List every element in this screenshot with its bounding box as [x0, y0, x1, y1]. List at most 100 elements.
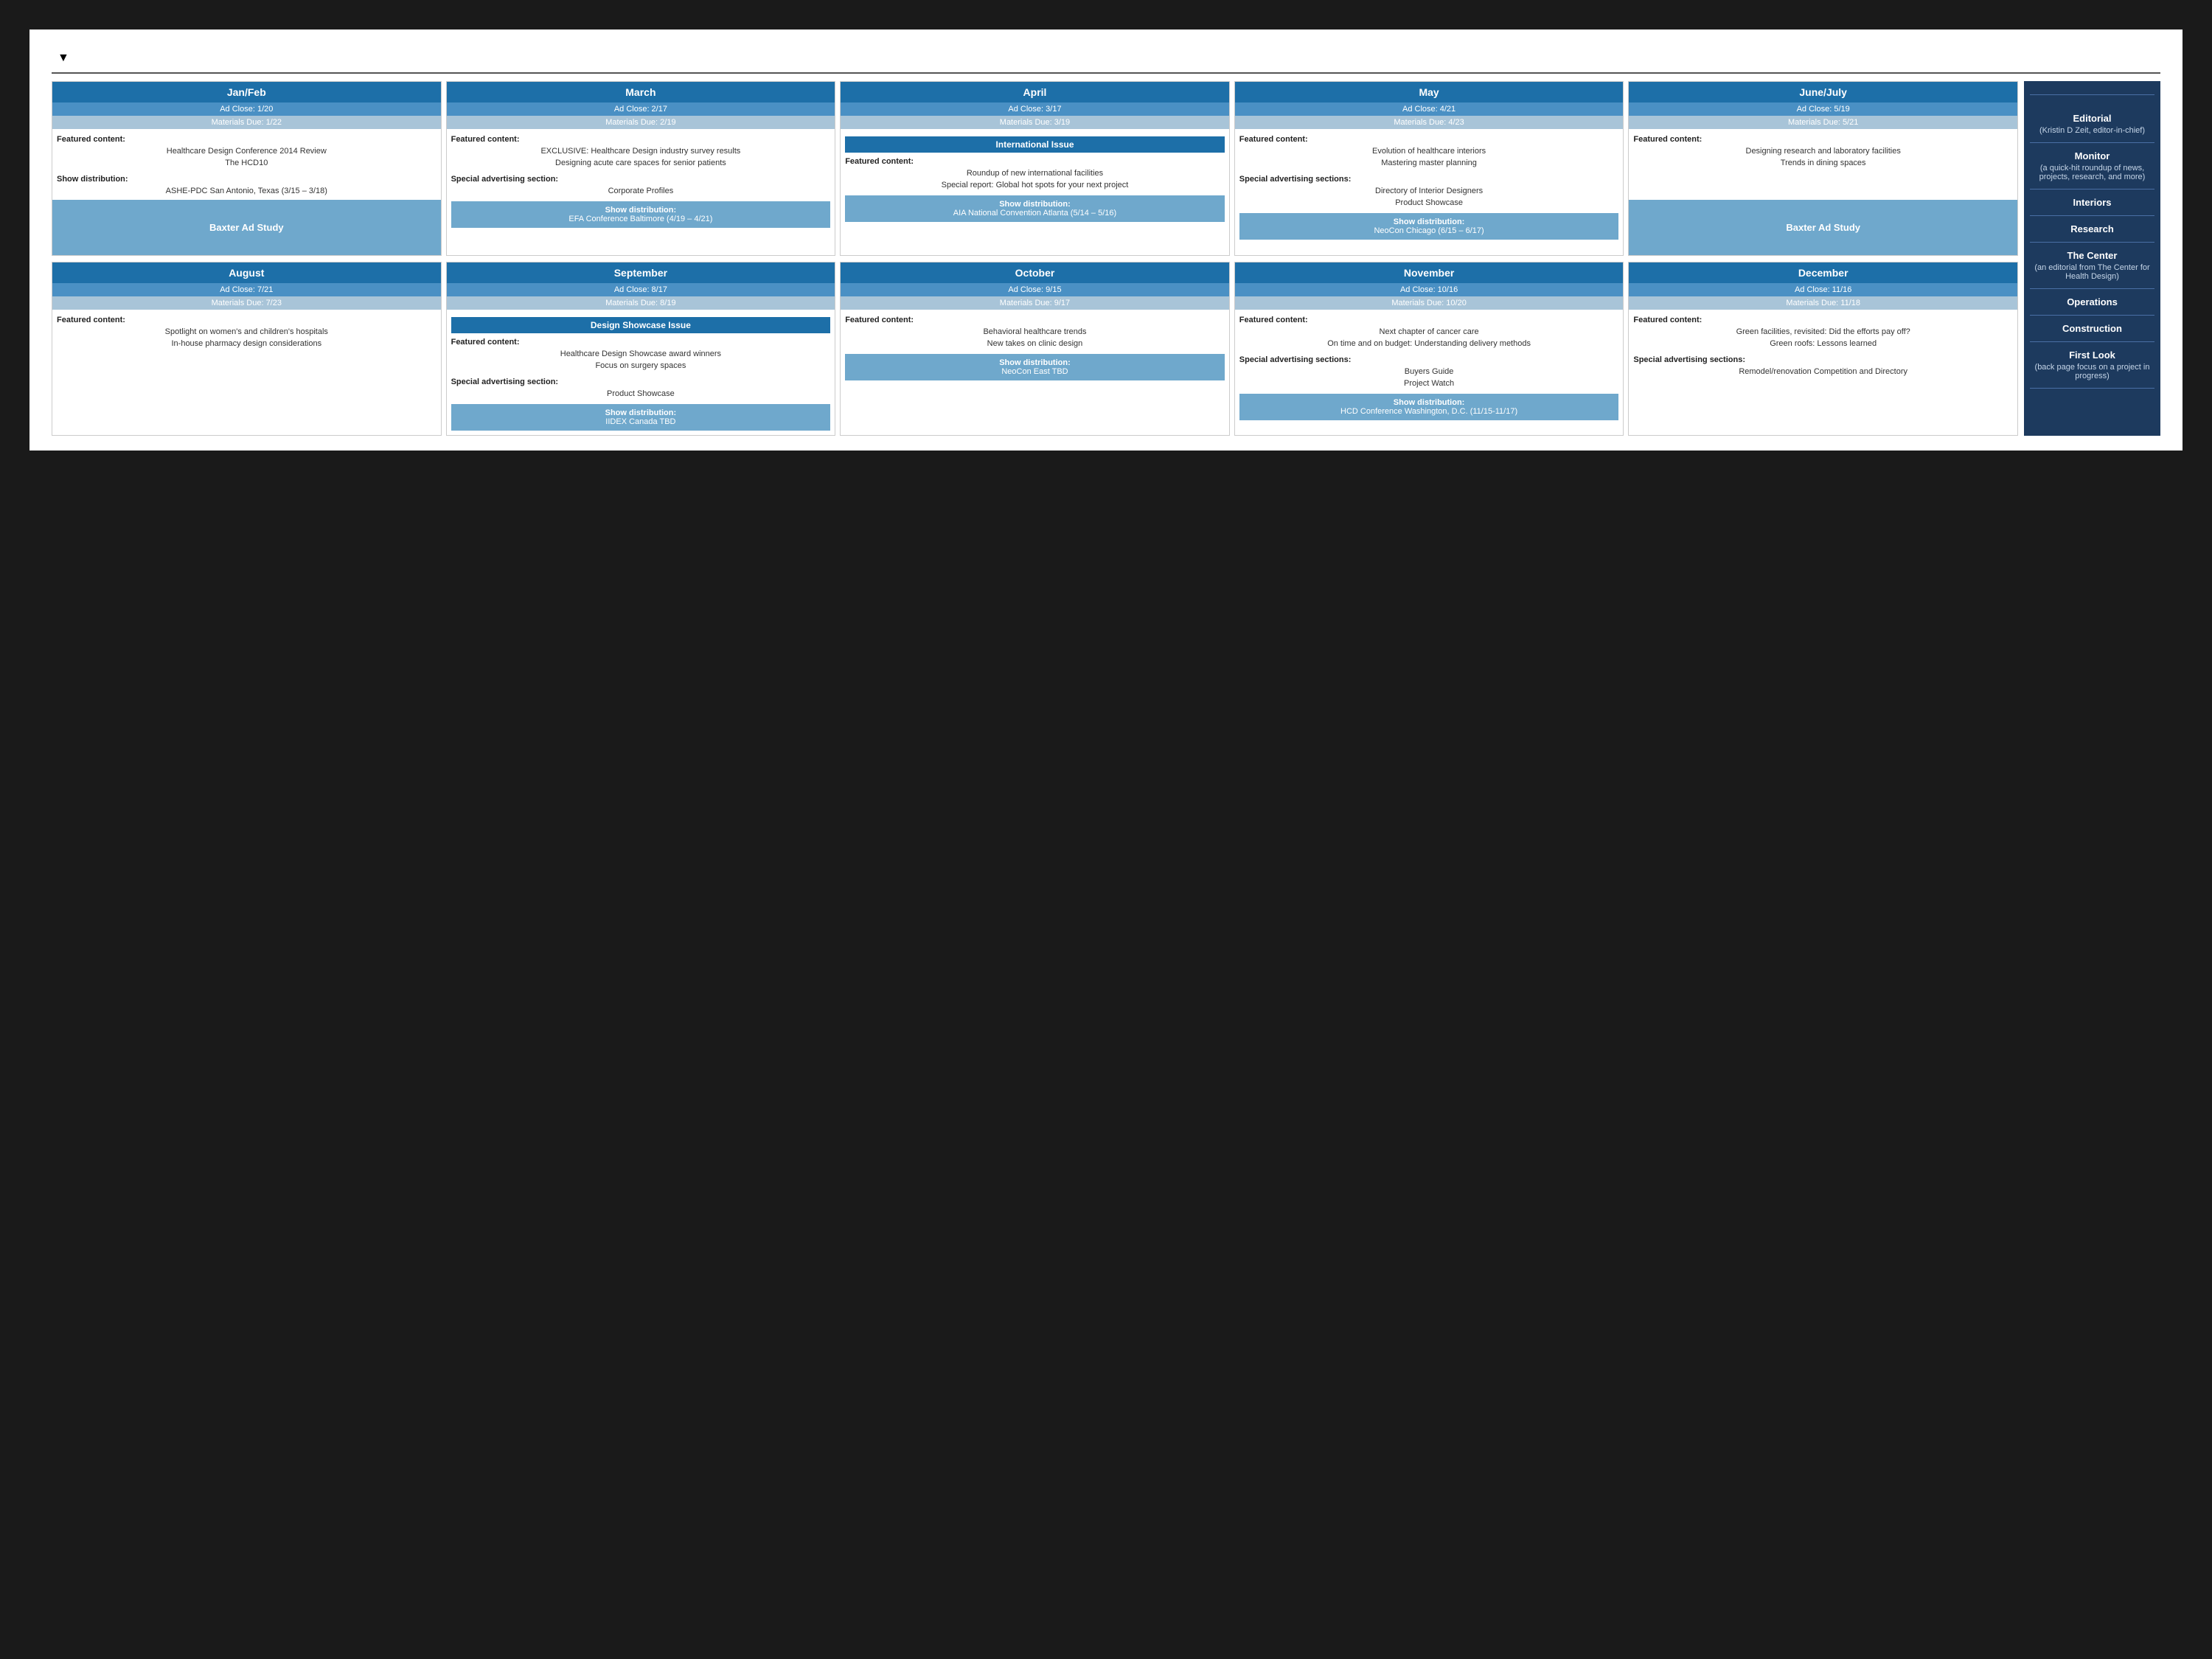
featured-label-december: Featured content:	[1633, 316, 2013, 324]
ad-close-october: Ad Close: 9/15	[841, 283, 1229, 296]
month-header-december: December	[1629, 262, 2017, 283]
sidebar-item-name-0: Editorial	[2034, 113, 2151, 124]
highlight-april: International Issue	[845, 136, 1225, 153]
month-header-may: May	[1235, 82, 1624, 102]
show-dist-march: Show distribution:EFA Conference Baltimo…	[451, 201, 831, 228]
month-col-october: OctoberAd Close: 9/15Materials Due: 9/17…	[840, 262, 1230, 436]
featured-item-jan-feb-0: Healthcare Design Conference 2014 Review	[57, 147, 437, 156]
materials-due-august: Materials Due: 7/23	[52, 296, 441, 310]
featured-label-march: Featured content:	[451, 135, 831, 144]
header: ▼	[52, 52, 2160, 74]
featured-item-october-0: Behavioral healthcare trends	[845, 327, 1225, 336]
show-label-april: Show distribution:	[848, 200, 1222, 209]
sidebar-item-3: Research	[2030, 216, 2154, 243]
show-dist-april: Show distribution:AIA National Conventio…	[845, 195, 1225, 222]
special-item-december-0: Remodel/renovation Competition and Direc…	[1633, 367, 2013, 376]
sidebar-item-name-1: Monitor	[2034, 150, 2151, 161]
sidebar-item-7: First Look(back page focus on a project …	[2030, 342, 2154, 389]
month-header-november: November	[1235, 262, 1624, 283]
show-label-november: Show distribution:	[1242, 398, 1616, 407]
featured-label-may: Featured content:	[1239, 135, 1619, 144]
materials-due-september: Materials Due: 8/19	[447, 296, 835, 310]
sidebar: Editorial(Kristin D Zeit, editor-in-chie…	[2024, 81, 2160, 436]
show-label-september: Show distribution:	[454, 408, 828, 417]
month-body-jan-feb: Featured content:Healthcare Design Confe…	[52, 131, 441, 200]
month-col-november: NovemberAd Close: 10/16Materials Due: 10…	[1234, 262, 1624, 436]
featured-item-november-1: On time and on budget: Understanding del…	[1239, 339, 1619, 348]
month-col-march: MarchAd Close: 2/17Materials Due: 2/19Fe…	[446, 81, 836, 256]
row-1: AugustAd Close: 7/21Materials Due: 7/23F…	[52, 262, 2018, 436]
special-label-jan-feb: Show distribution:	[57, 175, 437, 184]
month-body-april: International Issue Featured content: Roun…	[841, 131, 1229, 255]
sidebar-item-desc-1: (a quick-hit roundup of news, projects, …	[2034, 164, 2151, 181]
show-label-march: Show distribution:	[454, 206, 828, 215]
sidebar-item-name-6: Construction	[2034, 323, 2151, 334]
special-label-march: Special advertising section:	[451, 175, 831, 184]
month-header-march: March	[447, 82, 835, 102]
show-item-april-0: AIA National Convention Atlanta (5/14 – …	[848, 209, 1222, 218]
show-dist-october: Show distribution:NeoCon East TBD	[845, 354, 1225, 380]
featured-item-december-0: Green facilities, revisited: Did the eff…	[1633, 327, 2013, 336]
featured-item-april-1: Special report: Global hot spots for you…	[845, 181, 1225, 189]
featured-item-march-1: Designing acute care spaces for senior p…	[451, 159, 831, 167]
month-col-june-july: June/JulyAd Close: 5/19Materials Due: 5/…	[1628, 81, 2018, 256]
show-item-november-0: HCD Conference Washington, D.C. (11/15-1…	[1242, 407, 1616, 416]
month-col-jan-feb: Jan/FebAd Close: 1/20Materials Due: 1/22…	[52, 81, 442, 256]
month-body-june-july: Featured content:Designing research and …	[1629, 131, 2017, 200]
materials-due-december: Materials Due: 11/18	[1629, 296, 2017, 310]
month-header-jan-feb: Jan/Feb	[52, 82, 441, 102]
month-col-september: SeptemberAd Close: 8/17Materials Due: 8/…	[446, 262, 836, 436]
materials-due-april: Materials Due: 3/19	[841, 116, 1229, 129]
featured-label-october: Featured content:	[845, 316, 1225, 324]
show-item-october-0: NeoCon East TBD	[848, 367, 1222, 376]
month-body-november: Featured content:Next chapter of cancer …	[1235, 311, 1624, 435]
special-item-may-1: Product Showcase	[1239, 198, 1619, 207]
special-item-november-1: Project Watch	[1239, 379, 1619, 388]
featured-item-jan-feb-1: The HCD10	[57, 159, 437, 167]
ad-close-august: Ad Close: 7/21	[52, 283, 441, 296]
featured-item-october-1: New takes on clinic design	[845, 339, 1225, 348]
featured-item-april-0: Roundup of new international facilities	[845, 169, 1225, 178]
special-item-september-0: Product Showcase	[451, 389, 831, 398]
month-body-may: Featured content:Evolution of healthcare…	[1235, 131, 1624, 255]
sidebar-item-name-4: The Center	[2034, 250, 2151, 261]
sidebar-item-0: Editorial(Kristin D Zeit, editor-in-chie…	[2030, 105, 2154, 143]
month-col-april: AprilAd Close: 3/17Materials Due: 3/19In…	[840, 81, 1230, 256]
month-col-august: AugustAd Close: 7/21Materials Due: 7/23F…	[52, 262, 442, 436]
materials-due-october: Materials Due: 9/17	[841, 296, 1229, 310]
show-label-october: Show distribution:	[848, 358, 1222, 367]
special-label-november: Special advertising sections:	[1239, 355, 1619, 364]
materials-due-march: Materials Due: 2/19	[447, 116, 835, 129]
show-item-may-0: NeoCon Chicago (6/15 – 6/17)	[1242, 226, 1616, 235]
sidebar-item-4: The Center(an editorial from The Center …	[2030, 243, 2154, 289]
month-body-october: Featured content: Behavioral healthcare t…	[841, 311, 1229, 435]
materials-due-june-july: Materials Due: 5/21	[1629, 116, 2017, 129]
month-body-august: Featured content: Spotlight on women's an…	[52, 311, 441, 435]
baxter-box-june-july: Baxter Ad Study	[1629, 200, 2017, 255]
baxter-box-jan-feb: Baxter Ad Study	[52, 200, 441, 255]
featured-item-june-july-1: Trends in dining spaces	[1633, 159, 2013, 167]
page: ▼ Jan/FebAd Close: 1/20Materials Due: 1/…	[29, 29, 2183, 451]
ad-close-april: Ad Close: 3/17	[841, 102, 1229, 116]
sidebar-item-1: Monitor (a quick-hit roundup of news, pro…	[2030, 143, 2154, 189]
materials-due-jan-feb: Materials Due: 1/22	[52, 116, 441, 129]
month-body-march: Featured content:EXCLUSIVE: Healthcare D…	[447, 131, 835, 255]
sidebar-title	[2030, 88, 2154, 95]
featured-item-september-1: Focus on surgery spaces	[451, 361, 831, 370]
materials-due-november: Materials Due: 10/20	[1235, 296, 1624, 310]
featured-item-august-0: Spotlight on women's and children's hosp…	[57, 327, 437, 336]
month-header-september: September	[447, 262, 835, 283]
month-col-december: DecemberAd Close: 11/16Materials Due: 11…	[1628, 262, 2018, 436]
sidebar-item-desc-7: (back page focus on a project in progres…	[2034, 363, 2151, 380]
special-label-may: Special advertising sections:	[1239, 175, 1619, 184]
featured-item-december-1: Green roofs: Lessons learned	[1633, 339, 2013, 348]
featured-label-november: Featured content:	[1239, 316, 1619, 324]
months-area: Jan/FebAd Close: 1/20Materials Due: 1/22…	[52, 81, 2018, 436]
featured-label-august: Featured content:	[57, 316, 437, 324]
month-col-may: MayAd Close: 4/21Materials Due: 4/23Feat…	[1234, 81, 1624, 256]
calendar-grid: Jan/FebAd Close: 1/20Materials Due: 1/22…	[52, 81, 2160, 436]
sidebar-item-name-2: Interiors	[2034, 197, 2151, 208]
featured-item-august-1: In-house pharmacy design considerations	[57, 339, 437, 348]
featured-label-april: Featured content:	[845, 157, 1225, 166]
ad-close-december: Ad Close: 11/16	[1629, 283, 2017, 296]
